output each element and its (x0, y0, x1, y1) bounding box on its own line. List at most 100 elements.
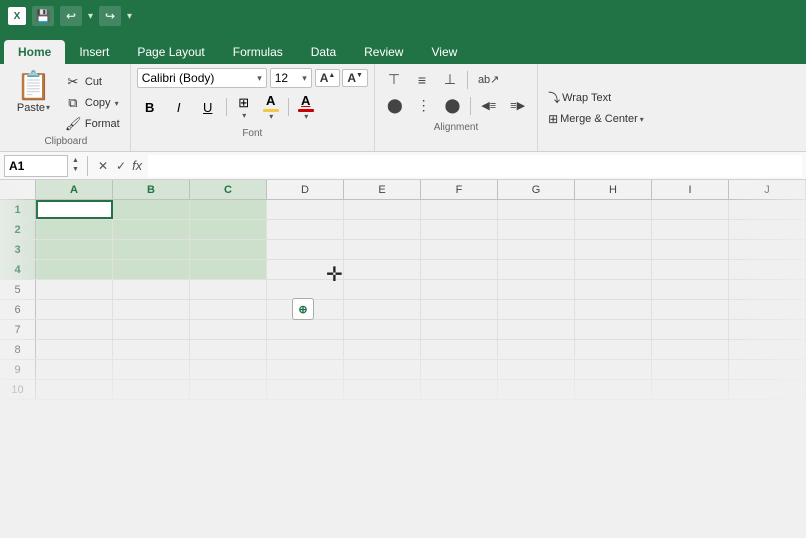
cell-F6[interactable] (421, 300, 498, 319)
cell-H10[interactable] (575, 380, 652, 399)
cell-G1[interactable] (498, 200, 575, 219)
cut-button[interactable]: ✂ Cut (61, 72, 124, 92)
cell-E8[interactable] (344, 340, 421, 359)
merge-center-dropdown-icon[interactable]: ▾ (640, 115, 644, 124)
row-header-5[interactable]: 5 (0, 280, 36, 299)
cell-C7[interactable] (190, 320, 267, 339)
cell-J10[interactable] (729, 380, 806, 399)
paste-options-button[interactable]: ⊕ (292, 298, 314, 320)
cell-A5[interactable] (36, 280, 113, 299)
cell-F5[interactable] (421, 280, 498, 299)
font-color-button[interactable]: A ▾ (294, 91, 318, 123)
paste-button[interactable]: 📋 Paste ▾ (8, 68, 59, 118)
paste-dropdown-icon[interactable]: ▾ (46, 103, 50, 112)
align-top-button[interactable]: ⊤ (381, 68, 407, 91)
cell-E9[interactable] (344, 360, 421, 379)
cell-B6[interactable] (113, 300, 190, 319)
cell-F4[interactable] (421, 260, 498, 279)
font-size-dropdown-icon[interactable]: ▾ (302, 73, 307, 84)
cell-F2[interactable] (421, 220, 498, 239)
cell-G10[interactable] (498, 380, 575, 399)
cell-F7[interactable] (421, 320, 498, 339)
cell-I10[interactable] (652, 380, 729, 399)
cell-I2[interactable] (652, 220, 729, 239)
copy-dropdown-icon[interactable]: ▾ (115, 99, 119, 108)
cell-A10[interactable] (36, 380, 113, 399)
col-header-B[interactable]: B (113, 180, 190, 199)
row-header-8[interactable]: 8 (0, 340, 36, 359)
tab-review[interactable]: Review (350, 40, 417, 64)
fill-color-button[interactable]: A ▾ (259, 91, 283, 123)
cell-J7[interactable] (729, 320, 806, 339)
row-header-3[interactable]: 3 (0, 240, 36, 259)
row-header-9[interactable]: 9 (0, 360, 36, 379)
cell-J8[interactable] (729, 340, 806, 359)
cell-H6[interactable] (575, 300, 652, 319)
cell-H9[interactable] (575, 360, 652, 379)
cell-A7[interactable] (36, 320, 113, 339)
tab-formulas[interactable]: Formulas (219, 40, 297, 64)
tab-page-layout[interactable]: Page Layout (123, 40, 218, 64)
decrease-indent-button[interactable]: ◀≡ (475, 96, 502, 115)
cell-G5[interactable] (498, 280, 575, 299)
cell-H1[interactable] (575, 200, 652, 219)
cell-B7[interactable] (113, 320, 190, 339)
cell-G9[interactable] (498, 360, 575, 379)
cell-C5[interactable] (190, 280, 267, 299)
col-header-J[interactable]: J (729, 180, 806, 199)
underline-button[interactable]: U (195, 97, 221, 118)
format-painter-button[interactable]: 🖌 Format (61, 114, 124, 134)
align-middle-button[interactable]: ≡ (409, 69, 435, 91)
cell-I9[interactable] (652, 360, 729, 379)
cell-B10[interactable] (113, 380, 190, 399)
row-header-4[interactable]: 4 (0, 260, 36, 279)
col-header-H[interactable]: H (575, 180, 652, 199)
cell-H5[interactable] (575, 280, 652, 299)
row-header-1[interactable]: 1 (0, 200, 36, 219)
tab-data[interactable]: Data (297, 40, 350, 64)
cell-B4[interactable] (113, 260, 190, 279)
cell-ref-arrows[interactable]: ▲ ▼ (72, 157, 79, 174)
col-header-D[interactable]: D (267, 180, 344, 199)
row-header-2[interactable]: 2 (0, 220, 36, 239)
cell-A8[interactable] (36, 340, 113, 359)
tab-insert[interactable]: Insert (65, 40, 123, 64)
cell-C2[interactable] (190, 220, 267, 239)
cell-C1[interactable] (190, 200, 267, 219)
save-button[interactable]: 💾 (32, 6, 54, 26)
fill-color-dropdown-icon[interactable]: ▾ (269, 112, 273, 121)
cell-D8[interactable] (267, 340, 344, 359)
tab-view[interactable]: View (417, 40, 471, 64)
cell-H2[interactable] (575, 220, 652, 239)
col-header-A[interactable]: A (36, 180, 113, 199)
cell-I6[interactable] (652, 300, 729, 319)
cell-B9[interactable] (113, 360, 190, 379)
cell-D4[interactable] (267, 260, 344, 279)
cell-A6[interactable] (36, 300, 113, 319)
cell-G4[interactable] (498, 260, 575, 279)
cell-G7[interactable] (498, 320, 575, 339)
cell-B1[interactable] (113, 200, 190, 219)
font-family-dropdown-icon[interactable]: ▾ (257, 73, 262, 84)
cell-H8[interactable] (575, 340, 652, 359)
cell-A1[interactable] (36, 200, 113, 219)
col-header-C[interactable]: C (190, 180, 267, 199)
cell-D1[interactable] (267, 200, 344, 219)
font-size-increase-button[interactable]: A▲ (315, 69, 341, 87)
redo-button[interactable]: ↪ (99, 6, 121, 26)
cell-B8[interactable] (113, 340, 190, 359)
cell-J3[interactable] (729, 240, 806, 259)
align-center-button[interactable]: ⋮ (411, 94, 437, 117)
cell-C10[interactable] (190, 380, 267, 399)
formula-input[interactable] (148, 155, 802, 177)
cell-D5[interactable] (267, 280, 344, 299)
cell-J4[interactable] (729, 260, 806, 279)
cell-C4[interactable] (190, 260, 267, 279)
cell-C8[interactable] (190, 340, 267, 359)
increase-indent-button[interactable]: ≡▶ (504, 96, 531, 115)
col-header-I[interactable]: I (652, 180, 729, 199)
cell-G6[interactable] (498, 300, 575, 319)
undo-arrow[interactable]: ▾ (88, 11, 93, 22)
font-color-dropdown-icon[interactable]: ▾ (304, 112, 308, 121)
cell-B2[interactable] (113, 220, 190, 239)
